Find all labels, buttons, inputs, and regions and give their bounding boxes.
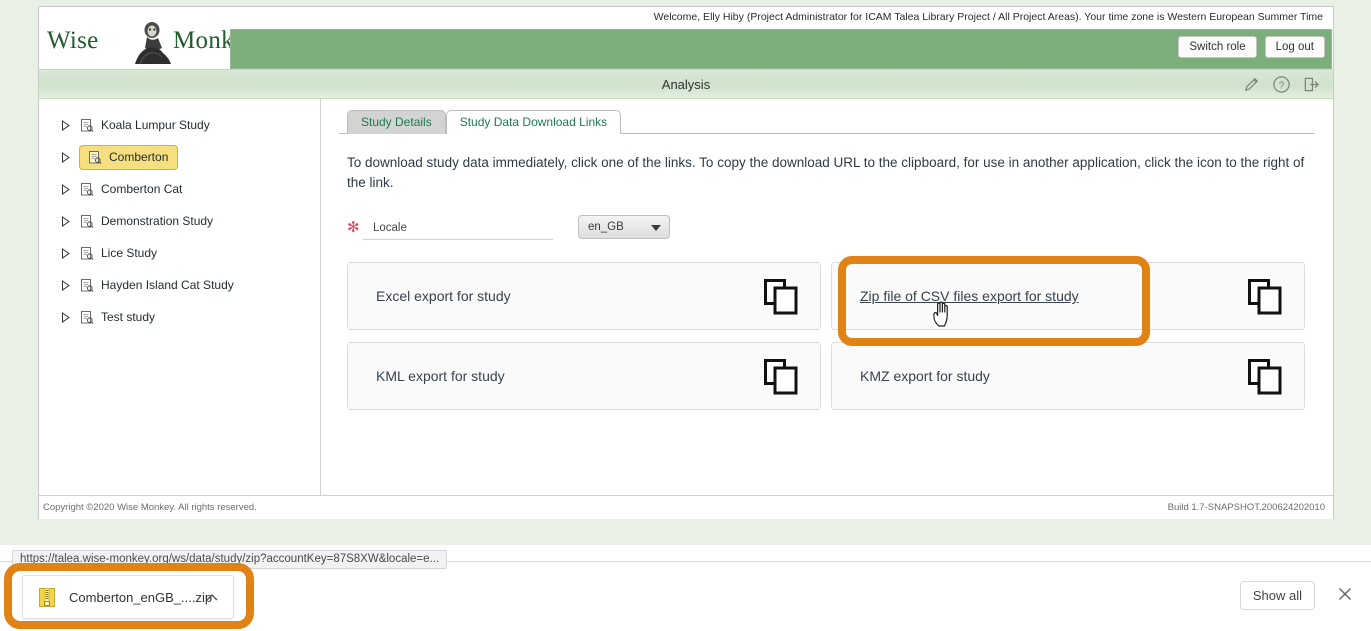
study-document-icon (81, 214, 94, 228)
study-document-icon (81, 246, 94, 260)
sidebar-item-label: Test study (101, 310, 156, 324)
application-frame: Wise Monkey Welcome, Elly Hiby (Project … (38, 6, 1334, 519)
study-document-icon (89, 150, 102, 164)
download-item[interactable]: Comberton_enGB_....zip (22, 575, 234, 619)
expand-triangle-icon[interactable] (61, 279, 79, 291)
expand-triangle-icon[interactable] (61, 311, 79, 323)
tab-strip: Study Details Study Data Download Links (347, 109, 1315, 134)
sidebar-item-label: Lice Study (101, 246, 158, 260)
study-document-icon (81, 278, 94, 292)
copy-icon[interactable] (1248, 279, 1282, 315)
pointing-hand-cursor-icon (933, 301, 948, 327)
study-tree-sidebar: Koala Lumpur Study Comberton Comberton C… (39, 99, 321, 495)
expand-triangle-icon[interactable] (61, 247, 79, 259)
locale-field-row: ✻ Locale en_GB (347, 214, 1315, 241)
sidebar-item-lice-study[interactable]: Lice Study (39, 237, 320, 269)
kmz-export-label[interactable]: KMZ export for study (832, 368, 990, 384)
browser-viewport: Wise Monkey Welcome, Elly Hiby (Project … (0, 0, 1371, 545)
sidebar-item-label: Comberton (109, 150, 169, 164)
header-buttons: Switch role Log out (1178, 36, 1325, 58)
kml-export-card[interactable]: KML export for study (347, 342, 821, 411)
expand-triangle-icon[interactable] (61, 119, 79, 131)
logout-button[interactable]: Log out (1264, 36, 1325, 58)
study-document-icon (81, 310, 94, 324)
expand-triangle-icon[interactable] (61, 151, 79, 163)
content-body: Koala Lumpur Study Comberton Comberton C… (39, 99, 1333, 495)
copy-icon[interactable] (764, 279, 798, 315)
study-document-icon (81, 118, 94, 132)
wise-monkey-logo: Wise Monkey (45, 15, 258, 67)
download-file-name: Comberton_enGB_....zip (69, 589, 213, 605)
screenshot-root: Wise Monkey Welcome, Elly Hiby (Project … (0, 0, 1371, 631)
export-card-row: Excel export for study Zip file of CSV f… (347, 262, 1305, 331)
status-bar-url: https://talea.wise-monkey.org/ws/data/st… (12, 550, 448, 569)
sidebar-item-label: Hayden Island Cat Study (101, 278, 234, 292)
sidebar-item-label: Demonstration Study (101, 214, 214, 228)
selected-study-chip[interactable]: Comberton (79, 144, 179, 170)
tab-study-details[interactable]: Study Details (347, 110, 446, 134)
sidebar-item-comberton-cat[interactable]: Comberton Cat (39, 173, 320, 205)
locale-selected-value: en_GB (588, 221, 624, 234)
monkey-illustration-icon (135, 22, 171, 65)
sidebar-item-koala-lumpur-study[interactable]: Koala Lumpur Study (39, 109, 320, 141)
sidebar-item-label: Koala Lumpur Study (101, 118, 210, 132)
excel-export-label[interactable]: Excel export for study (348, 288, 511, 304)
zip-file-icon (39, 587, 55, 607)
app-header: Wise Monkey Welcome, Elly Hiby (Project … (39, 7, 1333, 69)
zip-csv-export-card[interactable]: Zip file of CSV files export for study (831, 262, 1305, 331)
locale-select[interactable]: en_GB (578, 215, 670, 240)
header-green-band (230, 29, 1332, 69)
main-content: Study Details Study Data Download Links … (321, 99, 1333, 495)
app-footer: Copyright ©2020 Wise Monkey. All rights … (39, 495, 1333, 519)
welcome-message: Welcome, Elly Hiby (Project Administrato… (653, 11, 1323, 23)
excel-export-card[interactable]: Excel export for study (347, 262, 821, 331)
export-card-row: KML export for study KMZ export for stud… (347, 342, 1305, 411)
expand-triangle-icon[interactable] (61, 215, 79, 227)
copy-icon[interactable] (1248, 359, 1282, 395)
export-icon[interactable] (1302, 75, 1321, 94)
page-title-bar: Analysis ? (39, 69, 1333, 99)
sidebar-item-test-study[interactable]: Test study (39, 301, 320, 333)
locale-label: Locale (363, 222, 553, 241)
help-icon[interactable]: ? (1272, 75, 1291, 94)
chevron-down-icon[interactable] (651, 225, 661, 232)
sidebar-item-comberton[interactable]: Comberton (39, 141, 320, 173)
copyright-text: Copyright ©2020 Wise Monkey. All rights … (43, 502, 257, 513)
close-icon[interactable] (1337, 586, 1353, 602)
sidebar-item-hayden-island-cat-study[interactable]: Hayden Island Cat Study (39, 269, 320, 301)
sidebar-item-label: Comberton Cat (101, 182, 183, 196)
page-title: Analysis (661, 77, 711, 92)
title-bar-icons: ? (1242, 75, 1321, 94)
sidebar-item-demonstration-study[interactable]: Demonstration Study (39, 205, 320, 237)
edit-pencil-icon[interactable] (1242, 75, 1261, 94)
required-asterisk-icon: ✻ (347, 219, 360, 237)
svg-text:?: ? (1279, 81, 1285, 92)
export-cards: Excel export for study Zip file of CSV f… (347, 262, 1305, 411)
expand-triangle-icon[interactable] (61, 183, 79, 195)
study-document-icon (81, 182, 94, 196)
download-shelf: Comberton_enGB_....zip Show all (0, 561, 1371, 631)
kml-export-label[interactable]: KML export for study (348, 368, 505, 384)
show-all-downloads-button[interactable]: Show all (1239, 581, 1315, 610)
switch-role-button[interactable]: Switch role (1178, 36, 1257, 58)
tab-study-data-download-links[interactable]: Study Data Download Links (445, 110, 622, 134)
build-version-text: Build 1.7-SNAPSHOT.200624202010 (1167, 502, 1325, 513)
logo-text-wise: Wise (47, 27, 99, 54)
instructions-text: To download study data immediately, clic… (347, 155, 1305, 190)
chevron-up-icon[interactable] (205, 591, 219, 605)
kmz-export-card[interactable]: KMZ export for study (831, 342, 1305, 411)
copy-icon[interactable] (764, 359, 798, 395)
